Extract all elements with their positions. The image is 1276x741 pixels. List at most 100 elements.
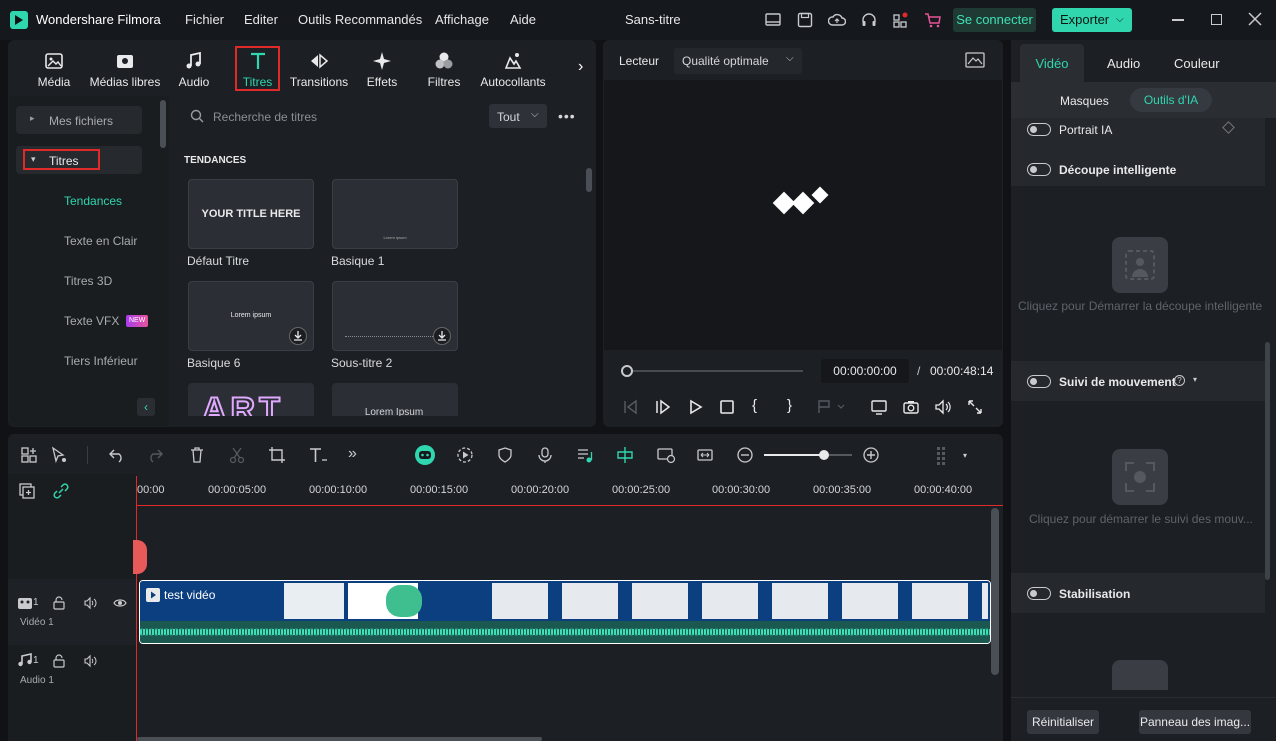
tool-media[interactable]: Média: [30, 48, 78, 90]
pip-icon[interactable]: [656, 446, 676, 464]
tab-video[interactable]: Vidéo: [1020, 44, 1084, 82]
time-ruler[interactable]: [137, 474, 1003, 506]
smart-cut-toggle[interactable]: [1027, 163, 1051, 176]
text-tool-icon[interactable]: [308, 446, 327, 464]
sidebar-item-vfx-text[interactable]: Texte VFX: [64, 314, 119, 328]
library-scrollbar[interactable]: [586, 168, 592, 192]
prev-frame-icon[interactable]: [621, 398, 639, 416]
layout-icon[interactable]: [764, 11, 782, 29]
subtab-ai-tools[interactable]: Outils d'IA: [1130, 88, 1212, 112]
delete-icon[interactable]: [188, 446, 206, 464]
preview-screen[interactable]: [604, 103, 1002, 327]
search-input[interactable]: Recherche de titres: [213, 110, 317, 124]
track-volume-icon[interactable]: [83, 596, 97, 610]
shield-icon[interactable]: [496, 446, 514, 464]
title-thumb-lorem[interactable]: Lorem Ipsum: [332, 383, 458, 416]
export-button[interactable]: Exporter ⌵: [1052, 8, 1132, 32]
tool-titles[interactable]: Titres: [235, 46, 280, 91]
sidebar-item-trends[interactable]: Tendances: [64, 194, 122, 208]
playhead-handle[interactable]: [133, 540, 147, 574]
mark-in-icon[interactable]: {: [752, 397, 770, 415]
track-layout-icon[interactable]: [934, 446, 952, 465]
volume-icon[interactable]: [934, 398, 952, 416]
sidebar-item-lower-third[interactable]: Tiers Inférieur: [64, 354, 138, 368]
tool-effects[interactable]: Effets: [362, 48, 402, 90]
crop-icon[interactable]: [268, 446, 286, 464]
lock-icon[interactable]: [52, 654, 66, 668]
stabilization-toggle[interactable]: [1027, 587, 1051, 600]
reset-button[interactable]: Réinitialiser: [1027, 710, 1099, 734]
marker-icon[interactable]: [816, 398, 845, 416]
track-volume-icon[interactable]: [83, 654, 97, 668]
properties-scrollbar[interactable]: [1265, 342, 1270, 580]
keyframe-panel-button[interactable]: Panneau des imag...: [1139, 710, 1251, 734]
timeline-hscrollbar[interactable]: [137, 737, 542, 741]
undo-icon[interactable]: [108, 446, 126, 464]
more-options-icon[interactable]: •••: [558, 108, 576, 124]
tool-transitions[interactable]: Transitions: [288, 48, 350, 90]
monitor-icon[interactable]: [870, 398, 888, 416]
collapse-sidebar-icon[interactable]: ‹: [137, 398, 155, 416]
audio-list-icon[interactable]: [576, 446, 594, 464]
player-progress-track[interactable]: [627, 370, 803, 372]
download-icon[interactable]: [289, 327, 307, 345]
link-icon[interactable]: [52, 482, 70, 500]
sidebar-my-files[interactable]: ▸ Mes fichiers: [16, 106, 142, 134]
motion-hint[interactable]: Cliquez pour démarrer le suivi des mouv.…: [1029, 512, 1253, 526]
tab-color[interactable]: Couleur: [1174, 56, 1220, 71]
menu-outils[interactable]: Outils Recommandés: [298, 12, 422, 27]
menu-aide[interactable]: Aide: [510, 12, 536, 27]
current-time[interactable]: 00:00:00:00: [821, 359, 909, 383]
player-progress-handle[interactable]: [621, 365, 633, 377]
stop-icon[interactable]: [718, 398, 736, 416]
microphone-icon[interactable]: [536, 446, 554, 464]
title-thumb-basic1[interactable]: Lorem ipsum: [332, 179, 458, 249]
sidebar-scrollbar[interactable]: [160, 100, 166, 148]
motion-tracking-toggle[interactable]: [1027, 375, 1051, 388]
title-thumb-subtitle2[interactable]: [332, 281, 458, 351]
smart-cut-hint[interactable]: Cliquez pour Démarrer la découpe intelli…: [1018, 299, 1262, 313]
apps-grid-icon[interactable]: [892, 11, 910, 29]
timeline-vscrollbar[interactable]: [991, 508, 999, 675]
close-icon[interactable]: [1248, 12, 1262, 26]
title-thumb-basic6[interactable]: Lorem ipsum: [188, 281, 314, 351]
eye-icon[interactable]: [113, 596, 127, 610]
menu-fichier[interactable]: Fichier: [185, 12, 224, 27]
lock-icon[interactable]: [52, 596, 66, 610]
zoom-slider-handle[interactable]: [818, 450, 829, 460]
playhead[interactable]: [136, 476, 137, 741]
minimize-icon[interactable]: [1172, 19, 1184, 21]
scroll-right-icon[interactable]: ›: [578, 58, 583, 76]
subtab-masks[interactable]: Masques: [1060, 94, 1109, 108]
caret-down-icon[interactable]: ▾: [963, 451, 967, 460]
snap-magnet-icon[interactable]: [616, 446, 634, 464]
headset-icon[interactable]: [860, 11, 878, 29]
sidebar-item-3d-titles[interactable]: Titres 3D: [64, 274, 112, 288]
title-thumb-default[interactable]: YOUR TITLE HERE: [188, 179, 314, 249]
login-button[interactable]: Se connecter: [953, 8, 1036, 32]
snapshot-image-icon[interactable]: [965, 52, 985, 68]
render-preview-icon[interactable]: [456, 446, 474, 464]
scissors-icon[interactable]: [228, 446, 246, 464]
zoom-in-icon[interactable]: [862, 446, 880, 464]
tool-stock-media[interactable]: Médias libres: [88, 48, 162, 90]
cart-icon[interactable]: [924, 11, 942, 29]
save-icon[interactable]: [796, 11, 814, 29]
fit-timeline-icon[interactable]: [696, 446, 714, 464]
menu-editer[interactable]: Editer: [244, 12, 278, 27]
filter-select[interactable]: Tout ⌵: [489, 104, 547, 128]
add-track-icon[interactable]: [18, 482, 36, 500]
title-thumb-art[interactable]: ART: [188, 383, 314, 416]
help-icon[interactable]: ?: [1174, 375, 1185, 386]
redo-icon[interactable]: [146, 446, 164, 464]
play-icon[interactable]: [686, 398, 704, 416]
select-tool-icon[interactable]: [50, 446, 68, 464]
more-tools-icon[interactable]: »: [348, 446, 366, 464]
portrait-ai-toggle[interactable]: [1027, 123, 1051, 136]
zoom-slider-track[interactable]: [764, 450, 852, 460]
sidebar-item-plain-text[interactable]: Texte en Clair: [64, 234, 137, 248]
download-icon[interactable]: [433, 327, 451, 345]
video-clip[interactable]: test vidéo: [139, 580, 991, 644]
menu-affichage[interactable]: Affichage: [435, 12, 489, 27]
tab-audio[interactable]: Audio: [1107, 56, 1140, 71]
